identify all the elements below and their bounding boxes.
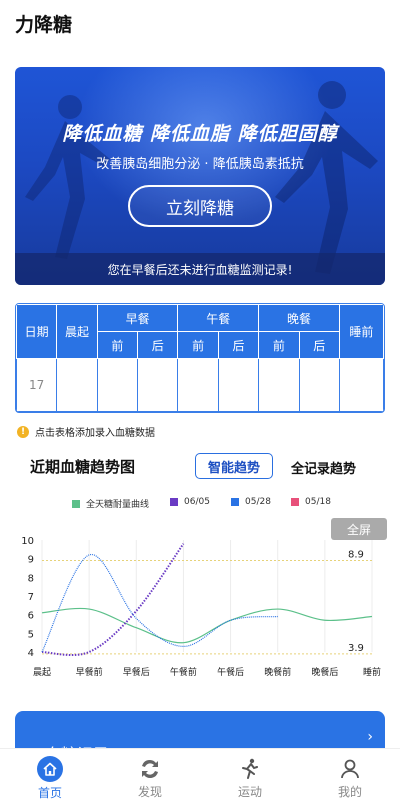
header-breakfast-before: 前 (96, 331, 139, 359)
runner-silhouette-icon (25, 95, 110, 259)
table-hint: ! 点击表格添加录入血糖数据 (17, 424, 155, 439)
legend-label: 全天糖耐量曲线 (86, 500, 150, 510)
table-cell-date: 17 (16, 358, 58, 412)
user-icon (337, 756, 363, 781)
legend-label: 05/28 (245, 497, 271, 507)
y-tick-label: 8 (28, 573, 34, 584)
nav-label: 运动 (237, 785, 262, 799)
table-cell-lunch-after[interactable] (217, 358, 260, 412)
reduce-sugar-button[interactable]: 立刻降糖 (128, 185, 272, 227)
banner-notice: 您在早餐后还未进行血糖监测记录! (15, 253, 385, 285)
tab-all-records[interactable]: 全记录趋势 (291, 458, 356, 477)
nav-label: 我的 (337, 785, 362, 799)
chevron-right-icon: › (367, 729, 373, 745)
series-line (41, 607, 373, 644)
banner-subtitle: 改善胰岛细胞分泌 · 降低胰岛素抵抗 (96, 157, 304, 172)
legend-swatch (291, 498, 299, 506)
legend-swatch (170, 498, 178, 506)
x-tick-label: 午餐后 (217, 666, 244, 678)
x-tick-label: 晚餐后 (311, 666, 338, 678)
header-lunch-after: 后 (217, 331, 260, 359)
table-cell-wake[interactable] (56, 358, 98, 412)
discover-icon (137, 756, 163, 781)
info-icon: ! (17, 425, 29, 438)
x-tick-label: 晚餐前 (264, 666, 291, 678)
legend-label: 06/05 (184, 497, 210, 507)
header-wake: 晨起 (56, 304, 98, 359)
nav-item-exercise[interactable]: 运动 (200, 749, 300, 800)
exercise-icon (237, 756, 263, 781)
x-tick-label: 晨起 (33, 667, 51, 678)
bottom-nav: 首页 发现 运动 我的 (0, 748, 400, 800)
glucose-trend-chart[interactable]: 4 5 6 7 8 9 10 8.9 3.9 晨起 早餐前 早餐后 午餐前 午餐后 晚餐前 晚餐后 睡前 (0, 528, 400, 680)
y-tick-label: 9 (28, 555, 34, 566)
legend-swatch (72, 499, 80, 508)
table-cell-breakfast-before[interactable] (96, 358, 139, 412)
tab-smart-trend[interactable]: 智能趋势 (195, 453, 273, 479)
nav-item-discover[interactable]: 发现 (100, 749, 200, 800)
y-tick-label: 10 (21, 536, 34, 547)
y-tick-label: 7 (28, 592, 34, 603)
legend-swatch (231, 498, 239, 506)
header-dinner-before: 前 (258, 331, 300, 359)
table-cell-lunch-before[interactable] (177, 358, 219, 412)
legend-item: 05/18 (291, 497, 331, 507)
x-tick-label: 午餐前 (170, 666, 197, 678)
trend-title: 近期血糖趋势图 (30, 458, 136, 476)
legend-item: 06/05 (170, 497, 210, 507)
legend-item: 全天糖耐量曲线 (72, 497, 149, 510)
header-breakfast: 早餐 (96, 304, 179, 332)
nav-item-home[interactable]: 首页 (0, 749, 100, 800)
table-cell-dinner-before[interactable] (258, 358, 300, 412)
header-bedtime: 睡前 (338, 304, 384, 359)
header-dinner: 晚餐 (258, 304, 340, 332)
y-tick-label: 4 (28, 648, 34, 659)
runner-silhouette-icon (275, 81, 378, 274)
nav-label: 发现 (137, 785, 162, 799)
x-tick-label: 早餐后 (123, 666, 150, 678)
header-breakfast-after: 后 (137, 331, 179, 359)
x-tick-label: 睡前 (363, 666, 381, 678)
y-tick-label: 5 (28, 629, 34, 640)
hint-text: 点击表格添加录入血糖数据 (35, 428, 155, 439)
table-cell-dinner-after[interactable] (298, 358, 340, 412)
nav-item-me[interactable]: 我的 (300, 749, 400, 800)
table-cell-bedtime[interactable] (338, 358, 384, 412)
promo-banner[interactable]: 降低血糖 降低血脂 降低胆固醇 改善胰岛细胞分泌 · 降低胰岛素抵抗 立刻降糖 … (15, 67, 385, 285)
legend-label: 05/18 (305, 497, 331, 507)
table-cell-breakfast-after[interactable] (137, 358, 179, 412)
y-tick-label: 6 (28, 611, 34, 622)
legend-item: 05/28 (231, 497, 271, 507)
fullscreen-button[interactable]: 全屏 (331, 518, 387, 540)
header-dinner-after: 后 (298, 331, 340, 359)
header-lunch-before: 前 (177, 331, 219, 359)
home-icon (37, 756, 63, 782)
nav-label: 首页 (37, 786, 62, 800)
app-title: 力降糖 (15, 14, 73, 36)
reference-label: 8.9 (348, 550, 364, 561)
glucose-table[interactable]: 日期 晨起 早餐 午餐 晚餐 睡前 前 后 前 后 前 后 17 (15, 303, 385, 413)
banner-headline: 降低血糖 降低血脂 降低胆固醇 (62, 123, 338, 145)
x-tick-label: 早餐前 (76, 666, 103, 678)
header-lunch: 午餐 (177, 304, 260, 332)
reference-label: 3.9 (348, 643, 364, 654)
header-date: 日期 (16, 304, 58, 359)
table-row[interactable]: 17 (16, 358, 384, 412)
